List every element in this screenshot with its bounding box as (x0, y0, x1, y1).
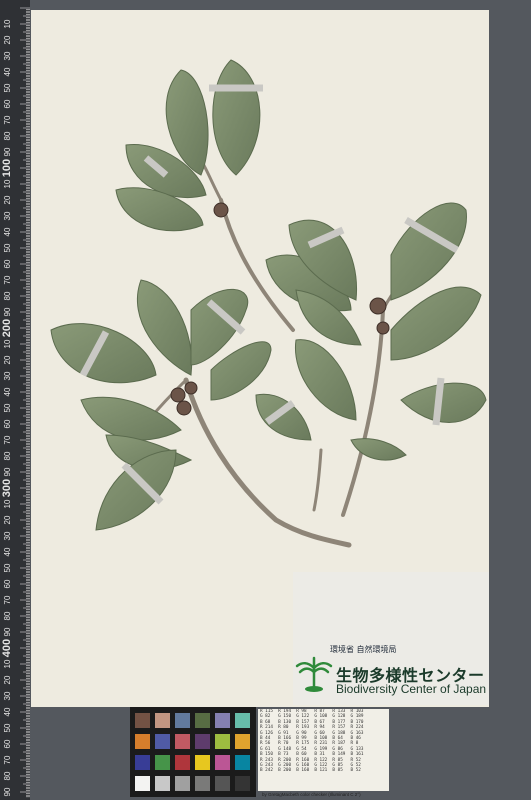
ruler-label: 20 (3, 35, 12, 44)
color-swatch (235, 776, 250, 791)
scale-ruler: 10 20 30 40 50 60 70 80 90 100 10 20 30 40 50 60 70 80 90 2… (0, 0, 31, 800)
ruler-label: 10 (3, 19, 12, 28)
ruler-label: 70 (3, 115, 12, 124)
color-swatch (135, 734, 150, 749)
ruler-label: 90 (3, 147, 12, 156)
ruler-label: 300 (1, 479, 13, 497)
ruler-label: 20 (3, 355, 12, 364)
ruler-label: 50 (3, 723, 12, 732)
color-checker-credit: by GretagMacbeth color checker (Illumina… (262, 792, 361, 797)
ruler-label: 30 (3, 211, 12, 220)
agency-name: 環境省 自然環境局 (330, 645, 397, 654)
ruler-label: 20 (3, 515, 12, 524)
ruler-label: 80 (3, 451, 12, 460)
color-swatch (215, 755, 230, 770)
ruler-label: 60 (3, 259, 12, 268)
ruler-label: 10 (3, 499, 12, 508)
ruler-label: 80 (3, 771, 12, 780)
color-swatch (215, 713, 230, 728)
ruler-label: 70 (3, 275, 12, 284)
color-swatch (215, 776, 230, 791)
color-swatch (135, 755, 150, 770)
ruler-label: 60 (3, 579, 12, 588)
biodiversity-logo-icon (295, 656, 333, 692)
color-swatch (195, 776, 210, 791)
ruler-label: 60 (3, 99, 12, 108)
color-swatch (155, 713, 170, 728)
ruler-label: 60 (3, 419, 12, 428)
ruler-label: 90 (3, 307, 12, 316)
color-swatch (175, 776, 190, 791)
color-swatch (235, 734, 250, 749)
ruler-label: 70 (3, 595, 12, 604)
color-swatch (135, 776, 150, 791)
color-swatch (155, 776, 170, 791)
ruler-label: 90 (3, 627, 12, 636)
ruler-label: 50 (3, 83, 12, 92)
color-swatch (175, 713, 190, 728)
ruler-label: 30 (3, 691, 12, 700)
ruler-label: 200 (1, 319, 13, 337)
ruler-label: 70 (3, 755, 12, 764)
color-swatch (215, 734, 230, 749)
ruler-label: 20 (3, 675, 12, 684)
ruler-label: 50 (3, 403, 12, 412)
ruler-label: 80 (3, 131, 12, 140)
color-swatch (175, 755, 190, 770)
ruler-label: 80 (3, 291, 12, 300)
color-swatch (235, 755, 250, 770)
ruler-label: 40 (3, 547, 12, 556)
color-swatch (155, 734, 170, 749)
ruler-label: 90 (3, 467, 12, 476)
color-swatch (195, 734, 210, 749)
color-swatch (195, 755, 210, 770)
ruler-label: 30 (3, 371, 12, 380)
ruler-label: 30 (3, 51, 12, 60)
color-swatch (235, 713, 250, 728)
ruler-label: 100 (1, 159, 13, 177)
color-swatch (175, 734, 190, 749)
ruler-label: 40 (3, 227, 12, 236)
ruler-label: 80 (3, 611, 12, 620)
ruler-label: 10 (3, 179, 12, 188)
color-checker (130, 707, 256, 797)
ruler-label: 10 (3, 339, 12, 348)
ruler-label: 10 (3, 659, 12, 668)
color-swatch (195, 713, 210, 728)
ruler-label: 20 (3, 195, 12, 204)
color-value-row: B 242 B 200 B 160 B 121 B 85 B 52 (260, 768, 361, 774)
ruler-label: 40 (3, 387, 12, 396)
ruler-label: 400 (1, 639, 13, 657)
ruler-label: 70 (3, 435, 12, 444)
center-name-en: Biodiversity Center of Japan (336, 682, 487, 696)
ruler-label: 60 (3, 739, 12, 748)
ruler-label: 90 (3, 787, 12, 796)
ruler-label: 50 (3, 243, 12, 252)
ruler-label: 30 (3, 531, 12, 540)
color-swatch (155, 755, 170, 770)
color-values-table: R 115 R 194 R 98 R 87 R 133 R 103 G 82 G … (258, 709, 389, 791)
ruler-label: 40 (3, 707, 12, 716)
ruler-label: 40 (3, 67, 12, 76)
ruler-ticks: 10 20 30 40 50 60 70 80 90 100 10 20 30 40 50 60 70 80 90 2… (1, 7, 30, 798)
leaves (50, 59, 487, 531)
color-swatch (135, 713, 150, 728)
ruler-label: 50 (3, 563, 12, 572)
